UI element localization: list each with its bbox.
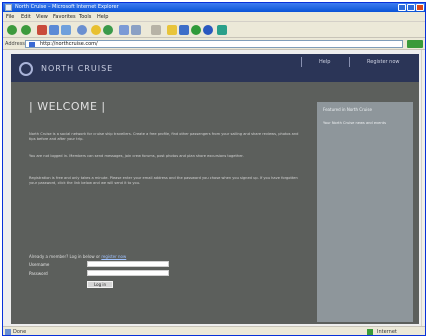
forward-icon[interactable] [21,25,31,35]
site-logo-icon[interactable] [19,62,33,76]
messenger-icon[interactable] [179,25,189,35]
sidebar-title: Featured in North Cruise [323,107,372,112]
stop-icon[interactable] [37,25,47,35]
register-paragraph: Registration is free and only takes a mi… [29,176,298,186]
search-icon[interactable] [77,25,87,35]
screen: North Cruise – Microsoft Internet Explor… [0,0,448,336]
media-icon[interactable] [191,25,201,35]
nav-divider [301,57,302,67]
login-prompt-text: Already a member? Log in below or [29,254,101,259]
nav-help-link[interactable]: Help [319,59,330,65]
maximize-button[interactable] [407,4,415,11]
menu-favorites[interactable]: Favorites [53,14,76,20]
sidebar-panel: Featured in North Cruise Your North Crui… [317,102,413,322]
menu-file[interactable]: File [6,14,14,20]
site-name: NORTH CRUISE [41,64,114,73]
sidebar-text: Your North Cruise news and events [323,121,386,125]
password-input[interactable] [87,270,169,276]
username-input[interactable] [87,261,169,267]
minimize-button[interactable] [398,4,406,11]
address-input[interactable]: http://northcruise.com/ [25,40,403,48]
login-prompt: Already a member? Log in below or regist… [29,254,126,259]
nav-register-link[interactable]: Register now [367,59,400,65]
address-bar: Address http://northcruise.com/ [3,38,425,50]
menu-help[interactable]: Help [97,14,108,20]
register-link[interactable]: register now [101,254,126,259]
title-bar: North Cruise – Microsoft Internet Explor… [3,3,425,12]
toolbar [3,21,425,38]
status-paragraph: You are not logged in. Members can send … [29,154,244,158]
folder-icon[interactable] [167,25,177,35]
refresh-icon[interactable] [49,25,59,35]
research-icon[interactable] [203,25,213,35]
password-label: Password [29,271,48,276]
menu-edit[interactable]: Edit [21,14,31,20]
browser-window: North Cruise – Microsoft Internet Explor… [2,2,426,336]
login-button[interactable]: Log in [87,281,113,288]
print-icon[interactable] [131,25,141,35]
status-bar: Done Internet [3,326,425,335]
vertical-scrollbar[interactable] [421,50,425,326]
page-done-icon [5,329,11,335]
welcome-heading: | WELCOME | [29,100,106,113]
home-icon[interactable] [61,25,71,35]
window-title: North Cruise – Microsoft Internet Explor… [15,4,119,10]
ie-icon [5,4,12,11]
menu-tools[interactable]: Tools [79,14,91,20]
menu-view[interactable]: View [36,14,48,20]
intro-paragraph: North Cruise is a social network for cru… [29,132,299,142]
nav-divider [349,57,350,67]
favorites-star-icon[interactable] [91,25,101,35]
close-button[interactable] [416,4,424,11]
address-url: http://northcruise.com/ [40,41,98,47]
mail-icon[interactable] [119,25,129,35]
extra-tool-icon[interactable] [217,25,227,35]
website-page: NORTH CRUISE Help Register now | WELCOME… [11,54,419,324]
security-zone: Internet [377,329,397,335]
menu-bar: File Edit View Favorites Tools Help [3,12,425,21]
history-icon[interactable] [103,25,113,35]
address-label: Address [5,41,25,47]
page-viewport: NORTH CRUISE Help Register now | WELCOME… [3,50,425,326]
status-text: Done [13,329,27,335]
edit-icon[interactable] [151,25,161,35]
internet-zone-icon [367,329,373,335]
go-button[interactable] [407,40,423,48]
username-label: Username [29,262,50,267]
back-icon[interactable] [7,25,17,35]
page-favicon [29,42,35,47]
site-header: NORTH CRUISE Help Register now [11,54,419,82]
main-content: | WELCOME | North Cruise is a social net… [29,90,309,310]
